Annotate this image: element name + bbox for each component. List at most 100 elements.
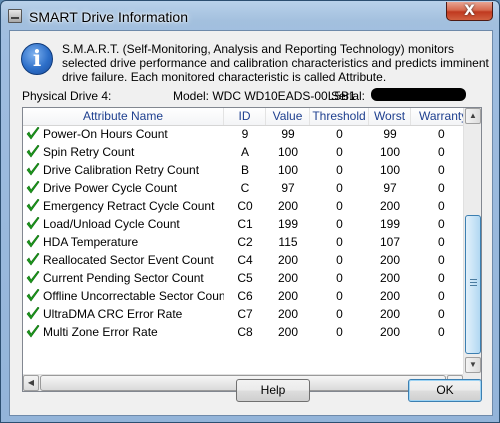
check-icon <box>26 253 40 266</box>
cell-threshold: 0 <box>336 199 343 213</box>
cell-worst: 199 <box>379 217 401 231</box>
vertical-scroll-thumb[interactable] <box>465 215 481 354</box>
list-header: Attribute Name ID Value Threshold Worst … <box>23 108 463 126</box>
cell-worst: 200 <box>379 199 401 213</box>
table-row[interactable]: Reallocated Sector Event Count C4 200 0 200 0 <box>23 251 463 269</box>
check-icon <box>26 307 40 320</box>
cell-warranty: 0 <box>438 181 445 195</box>
serial-redacted <box>371 88 466 101</box>
cell-worst: 200 <box>379 271 401 285</box>
serial-label: Serial: <box>331 89 366 103</box>
cell-value: 200 <box>277 307 299 321</box>
cell-attribute-name: Load/Unload Cycle Count <box>43 217 180 231</box>
drive-model: Model: WDC WD10EADS-00L5B1 <box>173 89 356 103</box>
cell-worst: 200 <box>379 289 401 303</box>
column-header-id[interactable]: ID <box>224 108 266 125</box>
cell-warranty: 0 <box>438 163 445 177</box>
column-header-value[interactable]: Value <box>266 108 310 125</box>
attributes-list[interactable]: Attribute Name ID Value Threshold Worst … <box>22 107 482 392</box>
scroll-down-button[interactable]: ▼ <box>465 357 481 373</box>
close-button[interactable]: X <box>446 2 493 21</box>
cell-value: 100 <box>277 145 299 159</box>
cell-attribute-name: HDA Temperature <box>43 235 139 249</box>
cell-value: 99 <box>281 127 295 141</box>
cell-value: 97 <box>281 181 295 195</box>
smart-dialog-window: SMART Drive Information X i S.M.A.R.T. (… <box>0 0 500 423</box>
cell-id: C8 <box>237 325 253 339</box>
cell-id: C6 <box>237 289 253 303</box>
cell-attribute-name: Offline Uncorrectable Sector Count <box>43 289 224 303</box>
cell-worst: 200 <box>379 307 401 321</box>
check-icon <box>26 271 40 284</box>
table-row[interactable]: Drive Power Cycle Count C 97 0 97 0 <box>23 179 463 197</box>
cell-value: 200 <box>277 271 299 285</box>
check-icon <box>26 127 40 140</box>
cell-worst: 100 <box>379 145 401 159</box>
check-icon <box>26 325 40 338</box>
cell-value: 200 <box>277 289 299 303</box>
check-icon <box>26 181 40 194</box>
cell-threshold: 0 <box>336 235 343 249</box>
drive-app-icon <box>8 9 22 23</box>
cell-attribute-name: Power-On Hours Count <box>43 127 168 141</box>
cell-threshold: 0 <box>336 217 343 231</box>
table-row[interactable]: Offline Uncorrectable Sector Count C6 200 0… <box>23 287 463 305</box>
window-title: SMART Drive Information <box>29 9 188 25</box>
table-row[interactable]: Current Pending Sector Count C5 200 0 200 0 <box>23 269 463 287</box>
check-icon <box>26 289 40 302</box>
cell-threshold: 0 <box>336 271 343 285</box>
cell-id: C1 <box>237 217 253 231</box>
cell-id: A <box>240 145 249 159</box>
smart-description: S.M.A.R.T. (Self-Monitoring, Analysis an… <box>62 42 489 84</box>
table-row[interactable]: Power-On Hours Count 9 99 0 99 0 <box>23 125 463 143</box>
cell-worst: 99 <box>383 127 397 141</box>
title-bar[interactable]: SMART Drive Information X <box>1 1 499 31</box>
cell-warranty: 0 <box>438 199 445 213</box>
cell-id: C4 <box>237 253 253 267</box>
scroll-left-button[interactable]: ◀ <box>23 375 39 391</box>
cell-value: 199 <box>277 217 299 231</box>
cell-threshold: 0 <box>336 127 343 141</box>
cell-worst: 97 <box>383 181 397 195</box>
check-icon <box>26 217 40 230</box>
table-row[interactable]: Multi Zone Error Rate C8 200 0 200 0 <box>23 323 463 341</box>
physical-drive-label: Physical Drive 4: <box>22 89 112 103</box>
cell-warranty: 0 <box>438 271 445 285</box>
table-row[interactable]: UltraDMA CRC Error Rate C7 200 0 200 0 <box>23 305 463 323</box>
cell-worst: 100 <box>379 163 401 177</box>
cell-attribute-name: Emergency Retract Cycle Count <box>43 199 215 213</box>
table-row[interactable]: HDA Temperature C2 115 0 107 0 <box>23 233 463 251</box>
cell-warranty: 0 <box>438 145 445 159</box>
ok-button[interactable]: OK <box>408 379 482 402</box>
cell-threshold: 0 <box>336 325 343 339</box>
cell-id: C0 <box>237 199 253 213</box>
table-row[interactable]: Spin Retry Count A 100 0 100 0 <box>23 143 463 161</box>
column-header-threshold[interactable]: Threshold <box>310 108 369 125</box>
table-row[interactable]: Drive Calibration Retry Count B 100 0 100 0 <box>23 161 463 179</box>
check-icon <box>26 235 40 248</box>
table-row[interactable]: Load/Unload Cycle Count C1 199 0 199 0 <box>23 215 463 233</box>
help-button[interactable]: Help <box>236 379 310 402</box>
cell-id: B <box>240 163 249 177</box>
attribute-rows: Power-On Hours Count 9 99 0 99 0 Spin Retry Co… <box>23 125 463 341</box>
cell-threshold: 0 <box>336 253 343 267</box>
cell-attribute-name: UltraDMA CRC Error Rate <box>43 307 183 321</box>
column-header-worst[interactable]: Worst <box>369 108 411 125</box>
cell-id: C2 <box>237 235 253 249</box>
cell-threshold: 0 <box>336 289 343 303</box>
cell-warranty: 0 <box>438 127 445 141</box>
vertical-scrollbar[interactable]: ▲ ▼ <box>463 108 481 374</box>
scroll-up-button[interactable]: ▲ <box>465 108 481 124</box>
cell-warranty: 0 <box>438 235 445 249</box>
column-header-warranty[interactable]: Warranty <box>411 108 463 125</box>
table-row[interactable]: Emergency Retract Cycle Count C0 200 0 200 0 <box>23 197 463 215</box>
info-icon: i <box>21 43 53 75</box>
check-icon <box>26 163 40 176</box>
cell-id: C <box>240 181 250 195</box>
column-header-attribute-name[interactable]: Attribute Name <box>23 108 224 125</box>
cell-id: 9 <box>241 127 249 141</box>
cell-threshold: 0 <box>336 307 343 321</box>
dialog-client-area: i S.M.A.R.T. (Self-Monitoring, Analysis … <box>9 30 493 416</box>
cell-attribute-name: Spin Retry Count <box>43 145 135 159</box>
cell-attribute-name: Drive Calibration Retry Count <box>43 163 200 177</box>
